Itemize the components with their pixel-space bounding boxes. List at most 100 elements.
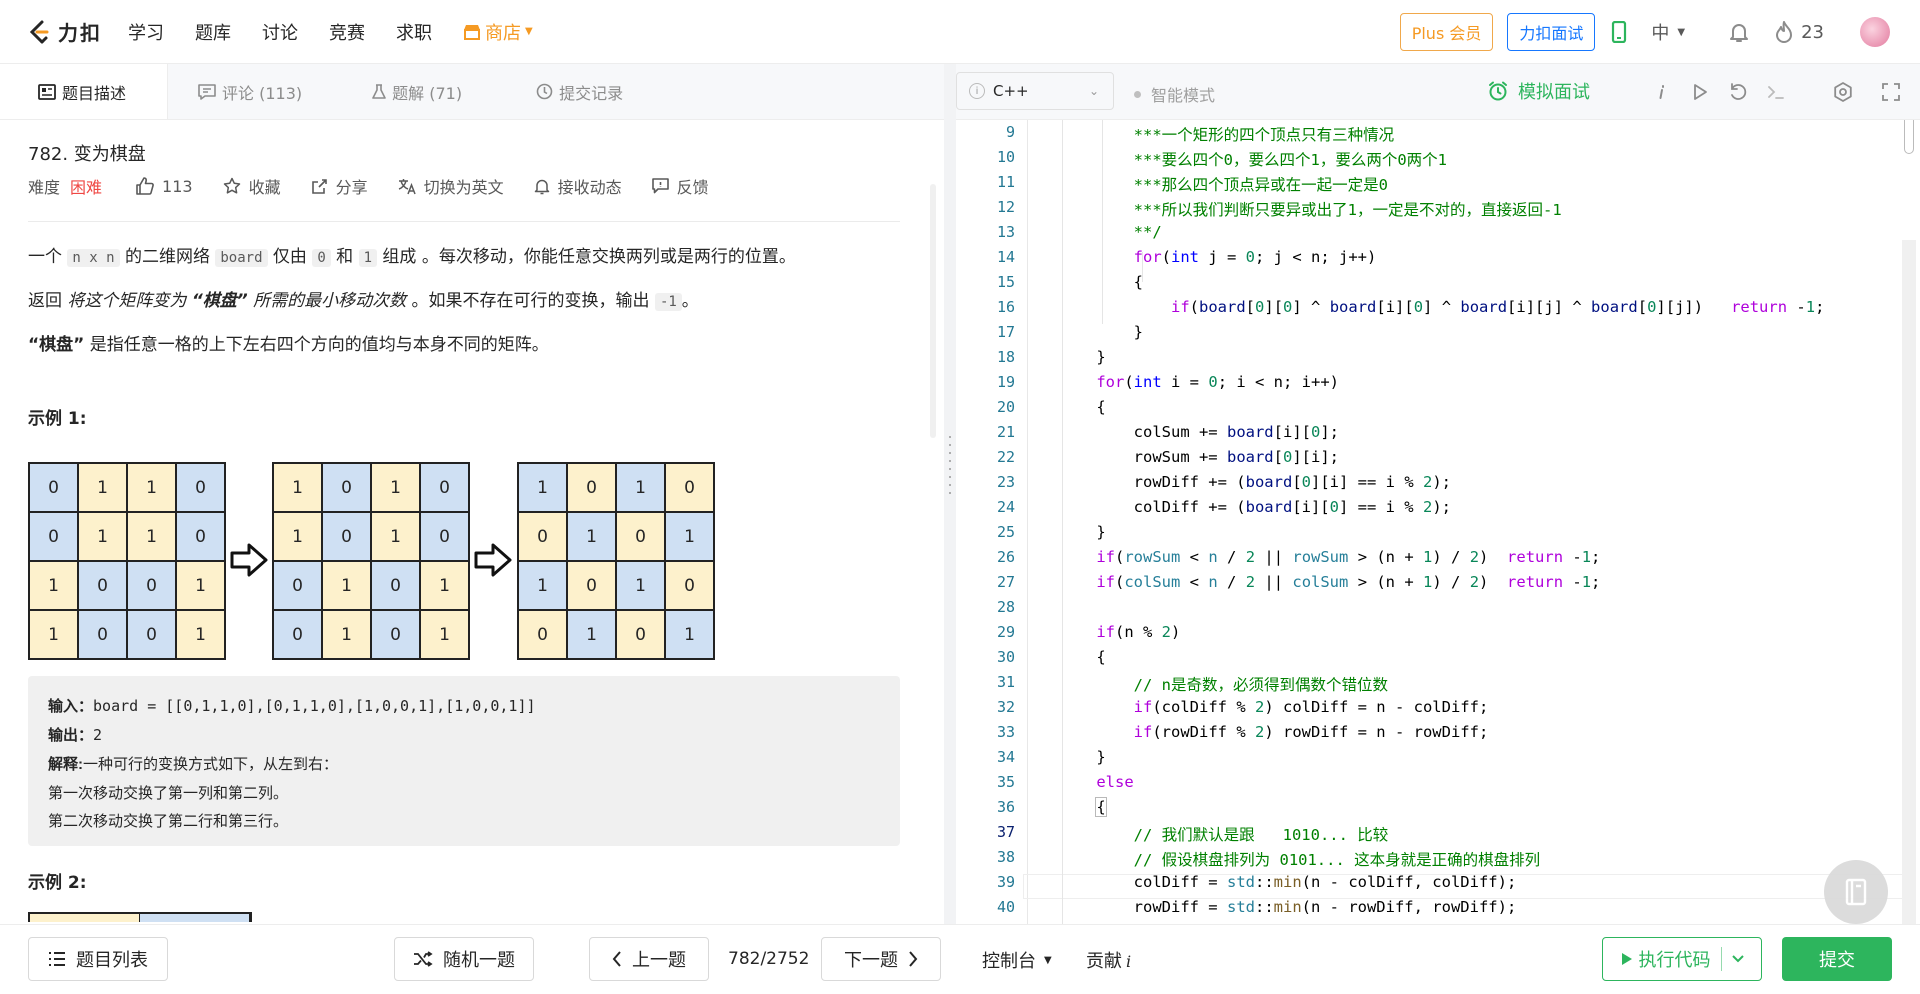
- terminal-icon[interactable]: [1765, 81, 1787, 103]
- translate-label: 切换为英文: [423, 178, 504, 197]
- strong-text: “棋盘”: [191, 291, 248, 311]
- nav-problems[interactable]: 题库: [195, 19, 231, 45]
- problem-list-button[interactable]: 题目列表: [28, 937, 168, 981]
- panel-splitter[interactable]: [944, 64, 956, 924]
- translate-button[interactable]: 切换为英文: [398, 174, 504, 198]
- user-avatar[interactable]: [1860, 17, 1890, 47]
- emphasis: 将这个矩阵变为: [67, 291, 192, 311]
- plus-member-button[interactable]: Plus 会员: [1399, 13, 1494, 51]
- chevron-down-icon[interactable]: [1731, 955, 1744, 963]
- problem-description-line-3: “棋盘” 是指任意一格的上下左右四个方向的值均与本身不同的矩阵。: [28, 330, 549, 355]
- thumbs-up-icon: [136, 177, 154, 195]
- translate-icon: [398, 179, 416, 195]
- line-number: 37: [996, 823, 1015, 841]
- feedback-icon: [651, 178, 669, 194]
- problem-meta: 难度 困难 113 收藏 分享 切换为英文 接收动态 反馈: [28, 174, 739, 198]
- text: 组成 。每次移动，你能任意交换两列或是两行的位置。: [377, 247, 796, 267]
- output-value: 2: [93, 726, 103, 744]
- code-editor[interactable]: 9 10 11 12 13 14 15 16 17 18 19 20 21 22 23 24 25 26 27 28 2…: [956, 120, 1920, 924]
- random-problem-button[interactable]: 随机一题: [394, 937, 534, 981]
- editor-toolbar: i C++ ⌄ 智能模式 模拟面试: [956, 64, 1920, 120]
- line-number: 24: [996, 498, 1015, 516]
- nav-shop[interactable]: 商店 ▼: [463, 19, 533, 45]
- language-switcher[interactable]: 中 ▼: [1651, 19, 1685, 45]
- scrollbar-thumb[interactable]: [1904, 120, 1914, 154]
- explain-line-3: 第二次移动交换了第二行和第三行。: [48, 812, 289, 830]
- logo[interactable]: 力扣: [26, 17, 102, 46]
- run-code-button[interactable]: 执行代码: [1602, 937, 1762, 981]
- grid-cell: 0: [518, 610, 567, 659]
- contribute-button[interactable]: 贡献 i: [1086, 947, 1131, 973]
- text: 返回: [28, 291, 68, 311]
- mock-interview-button[interactable]: 模拟面试: [1488, 78, 1590, 104]
- divider: [1720, 947, 1722, 971]
- divider: [28, 221, 900, 222]
- grid-cell: 1: [127, 463, 176, 512]
- nav-jobs[interactable]: 求职: [396, 19, 432, 45]
- mobile-app-icon[interactable]: [1611, 21, 1627, 43]
- example-2-title: 示例 2:: [28, 873, 87, 893]
- grid-cell: 1: [665, 512, 714, 561]
- problem-content[interactable]: 782. 变为棋盘 难度 困难 113 收藏 分享 切换为英文 接收动态 反馈 …: [0, 120, 944, 924]
- line-number-gutter: 9 10 11 12 13 14 15 16 17 18 19 20 21 22 23 24 25 26 27 28 2…: [956, 120, 1028, 924]
- notification-bell-icon[interactable]: [1727, 20, 1751, 44]
- line-number: 19: [996, 373, 1015, 391]
- notes-fab[interactable]: [1824, 860, 1888, 924]
- example-grid-3: 1010010110100101: [517, 462, 715, 660]
- tab-comments-label: 评论 (113): [222, 83, 303, 103]
- grid-cell: 0: [176, 512, 225, 561]
- text: 一个: [28, 247, 68, 267]
- bottom-bar: 题目列表 随机一题 上一题 782/2752 下一题 控制台 ▼ 贡献 i 执行代…: [0, 924, 1920, 994]
- reset-icon[interactable]: [1727, 81, 1749, 103]
- nav-discuss[interactable]: 讨论: [262, 19, 298, 45]
- share-label: 分享: [335, 178, 368, 197]
- next-problem-button[interactable]: 下一题: [821, 937, 941, 981]
- share-button[interactable]: 分享: [311, 174, 368, 198]
- grid-cell: 0: [567, 561, 616, 610]
- explain-label: 解释:: [48, 756, 83, 773]
- inline-code: 0: [312, 249, 331, 267]
- left-scrollbar[interactable]: [930, 184, 936, 438]
- console-toggle[interactable]: 控制台 ▼: [982, 947, 1052, 973]
- subscribe-label: 接收动态: [557, 178, 622, 197]
- tab-comments[interactable]: 评论 (113): [198, 64, 302, 119]
- line-number: 30: [996, 648, 1015, 666]
- info-italic-icon[interactable]: [1651, 81, 1673, 103]
- prev-problem-button[interactable]: 上一题: [589, 937, 709, 981]
- editor-scrollbar[interactable]: [1902, 120, 1916, 924]
- subscribe-button[interactable]: 接收动态: [534, 174, 622, 198]
- random-label: 随机一题: [443, 950, 515, 971]
- text: 。: [681, 291, 699, 311]
- run-label: 执行代码: [1638, 950, 1711, 971]
- text: 和: [330, 247, 359, 267]
- grid-cell: 0: [273, 561, 322, 610]
- grid-cell: 0: [273, 610, 322, 659]
- favorite-button[interactable]: 收藏: [223, 174, 281, 198]
- line-number: 33: [996, 723, 1015, 741]
- play-outline-icon[interactable]: [1689, 81, 1711, 103]
- tab-description[interactable]: 题目描述: [0, 64, 168, 119]
- streak-counter[interactable]: 23: [1775, 21, 1824, 43]
- input-label: 输入：: [48, 698, 94, 715]
- nav-study[interactable]: 学习: [128, 19, 164, 45]
- settings-icon[interactable]: [1832, 81, 1854, 103]
- shop-icon: [464, 24, 480, 40]
- inline-code: board: [215, 249, 268, 267]
- fullscreen-icon[interactable]: [1880, 81, 1902, 103]
- example-1-title: 示例 1:: [28, 409, 87, 429]
- smart-mode-toggle[interactable]: 智能模式: [1134, 82, 1215, 106]
- like-button[interactable]: 113: [136, 177, 193, 196]
- submit-button[interactable]: 提交: [1782, 937, 1892, 981]
- chevron-left-icon: [612, 951, 621, 967]
- language-select[interactable]: i C++ ⌄: [956, 72, 1114, 110]
- list-icon: [49, 952, 65, 966]
- nav-contest[interactable]: 竞赛: [329, 19, 365, 45]
- tab-submissions[interactable]: 提交记录: [536, 64, 623, 119]
- favorite-label: 收藏: [248, 178, 281, 197]
- line-number: 14: [996, 248, 1015, 266]
- tab-solutions[interactable]: 题解 (71): [372, 64, 462, 119]
- feedback-button[interactable]: 反馈: [651, 174, 709, 198]
- language-value: C++: [993, 82, 1029, 100]
- inline-code: n x n: [67, 249, 120, 267]
- interview-button[interactable]: 力扣面试: [1507, 13, 1596, 51]
